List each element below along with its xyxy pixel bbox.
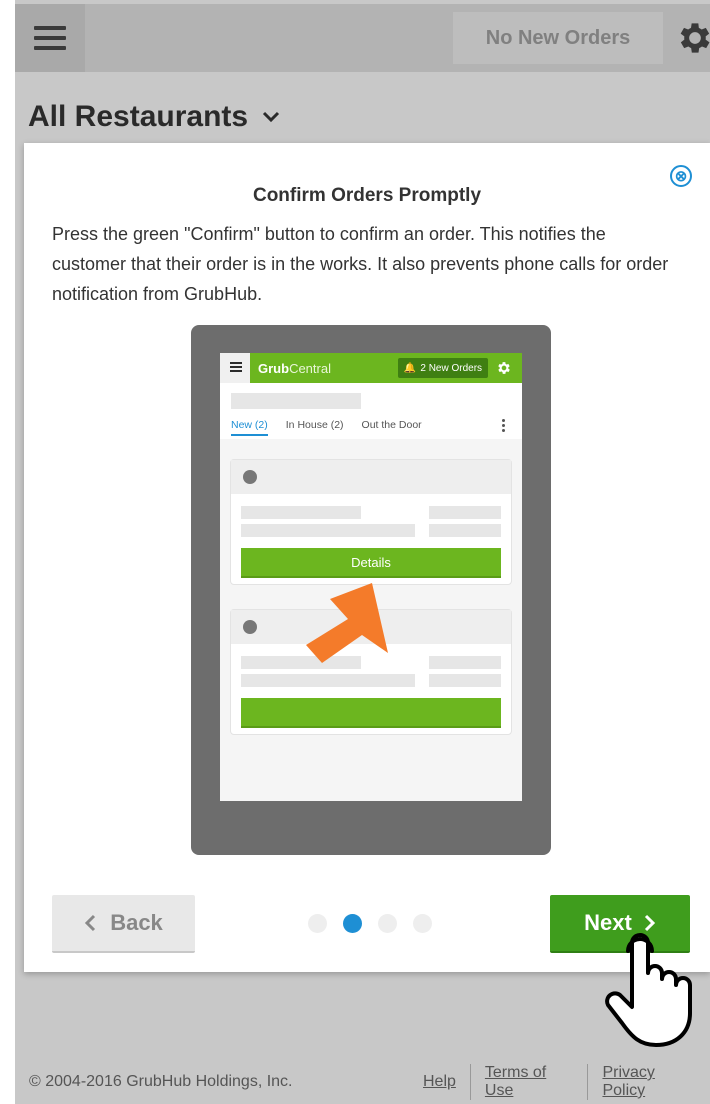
illustration-gear-icon	[498, 362, 510, 374]
copyright: © 2004-2016 GrubHub Holdings, Inc.	[29, 1073, 293, 1090]
footer: © 2004-2016 GrubHub Holdings, Inc. Help …	[15, 1060, 710, 1104]
privacy-link[interactable]: Privacy Policy	[587, 1064, 710, 1100]
illustration-tabs: New (2) In House (2) Out the Door	[231, 419, 422, 436]
modal-body: Press the green "Confirm" button to conf…	[52, 224, 669, 304]
illustration-tab-new: New (2)	[231, 419, 268, 436]
help-link[interactable]: Help	[423, 1073, 470, 1091]
illustration-action-button	[241, 698, 501, 728]
illustration-tab-out-the-door: Out the Door	[361, 419, 422, 431]
chevron-left-icon	[85, 914, 96, 932]
grubcentral-logo: GrubCentral	[258, 361, 331, 376]
back-label: Back	[110, 910, 163, 935]
modal-title: Confirm Orders Promptly	[252, 185, 482, 206]
hamburger-menu-icon[interactable]	[15, 4, 85, 72]
onboarding-modal: ⊗ Confirm Orders Promptly Press the gree…	[24, 143, 710, 972]
close-icon[interactable]: ⊗	[670, 165, 692, 187]
page-dot-1[interactable]	[308, 914, 327, 933]
orders-status-button[interactable]: No New Orders	[453, 12, 663, 64]
page-title: All Restaurants	[28, 100, 249, 133]
orange-arrow-icon	[306, 583, 388, 663]
page-dot-2[interactable]	[343, 914, 362, 933]
page-dot-3[interactable]	[378, 914, 397, 933]
illustration-order-card: Details	[230, 459, 512, 585]
restaurant-selector[interactable]: All Restaurants	[28, 100, 280, 134]
illustration-more-icon	[502, 419, 505, 432]
illustration-menu-icon	[230, 362, 242, 372]
footer-links: Help Terms of Use Privacy Policy	[423, 1064, 710, 1100]
gear-icon[interactable]	[675, 18, 710, 58]
back-button[interactable]: Back	[52, 895, 195, 953]
bell-icon: 🔔	[403, 362, 417, 374]
chevron-down-icon	[263, 111, 280, 123]
top-bar: No New Orders	[15, 4, 710, 72]
tap-hand-icon	[605, 933, 692, 1047]
illustration-details-button: Details	[241, 548, 501, 578]
illustration-new-orders: 🔔 2 New Orders	[398, 358, 488, 378]
terms-link[interactable]: Terms of Use	[469, 1064, 588, 1100]
pagination-dots	[308, 914, 432, 933]
page-dot-4[interactable]	[413, 914, 432, 933]
page-header: All Restaurants	[15, 72, 710, 144]
illustration-tab-in-house: In House (2)	[285, 419, 344, 431]
